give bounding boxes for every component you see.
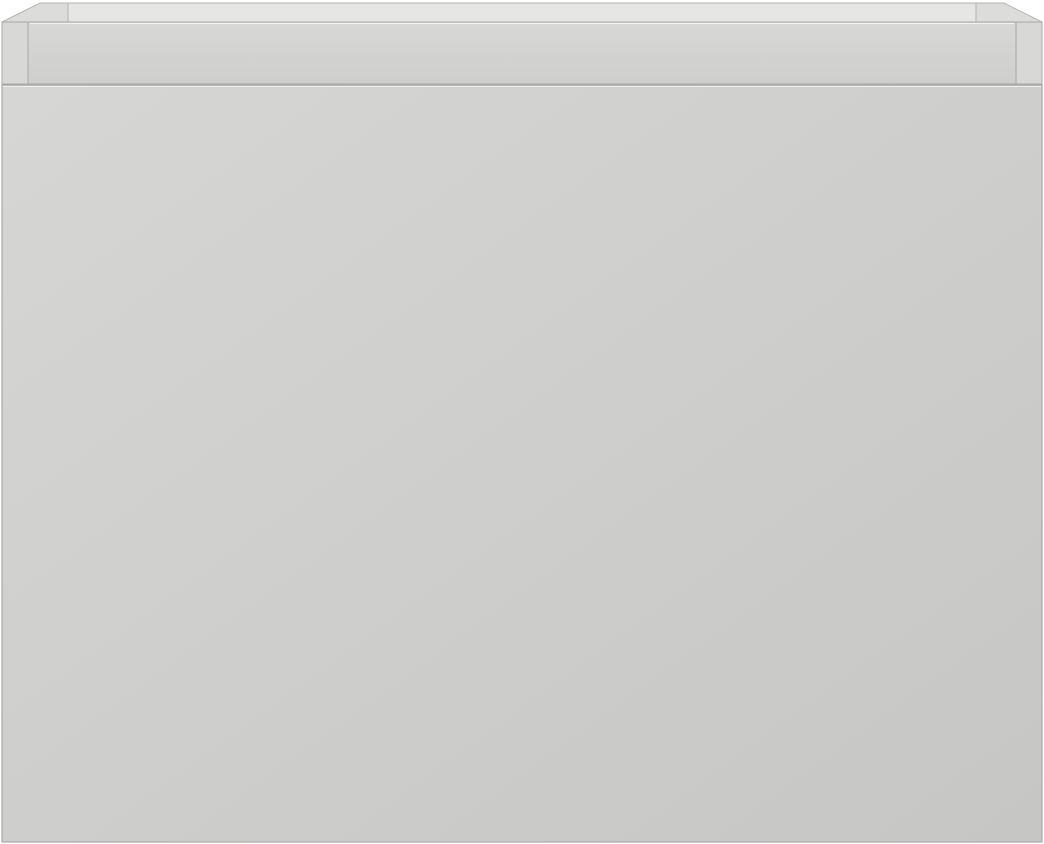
drawer-front [1, 84, 1043, 843]
top-rail [27, 21, 1017, 85]
product-image-stage [0, 0, 1044, 844]
inner-right-wall [975, 2, 1043, 23]
inner-back-wall [27, 2, 1019, 23]
drawer-cabinet-icon [1, 2, 1043, 843]
left-side-edge [1, 21, 29, 85]
right-side-edge [1015, 21, 1043, 85]
inner-left-wall [1, 2, 69, 23]
